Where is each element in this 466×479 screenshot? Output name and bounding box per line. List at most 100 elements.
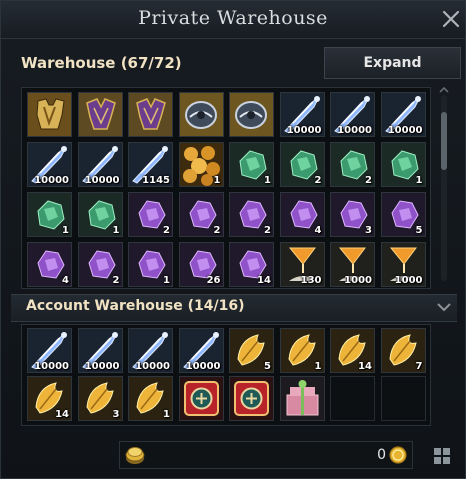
warehouse-item-slot[interactable]: 2	[77, 242, 123, 287]
item-quantity: 2	[213, 225, 221, 236]
warehouse-title: Warehouse (67/72)	[21, 54, 182, 72]
item-quantity: 1	[112, 225, 120, 236]
warehouse-item-slot[interactable]: 3	[330, 192, 375, 237]
warehouse-item-slot[interactable]: 10000	[279, 92, 325, 137]
item-quantity: 26	[206, 275, 221, 286]
chevron-down-icon[interactable]	[436, 300, 452, 314]
warehouse-item-slot[interactable]: 2	[279, 142, 325, 187]
item-quantity: 10000	[84, 175, 120, 186]
warehouse-item-slot[interactable]: 10000	[77, 142, 123, 187]
warehouse-item-slot[interactable]: 1	[178, 142, 224, 187]
warehouse-item-slot[interactable]: 1	[77, 192, 123, 237]
item-quantity: 10000	[84, 361, 120, 372]
item-quantity: 1000	[344, 275, 372, 286]
warehouse-item-slot[interactable]: 1	[229, 142, 274, 187]
item-quantity: 2	[314, 175, 322, 186]
warehouse-item-slot[interactable]: 1000	[380, 242, 426, 287]
helmet-icon	[230, 93, 273, 136]
armor-chest-dark-icon	[129, 93, 172, 136]
item-quantity: 10000	[34, 175, 69, 186]
item-quantity: 10000	[286, 125, 322, 136]
item-quantity: 1	[163, 409, 170, 420]
gift-box-icon	[280, 377, 324, 420]
item-quantity: 3	[112, 409, 120, 420]
item-quantity: 130	[300, 275, 322, 286]
warehouse-item-slot[interactable]: 1	[27, 192, 72, 237]
account-item-slot[interactable]: 10000	[128, 328, 173, 373]
warehouse-item-slot[interactable]	[178, 92, 224, 137]
item-quantity: 1	[264, 175, 271, 186]
warehouse-item-slot[interactable]: 1000	[330, 242, 375, 287]
account-item-slot[interactable]: 10000	[27, 328, 72, 373]
warehouse-item-slot[interactable]: 10000	[330, 92, 375, 137]
item-quantity: 2	[365, 175, 372, 186]
account-item-slot[interactable]	[229, 376, 274, 421]
account-item-slot[interactable]: 1	[128, 376, 173, 421]
red-emblem-box-icon	[179, 377, 223, 420]
armor-chest-icon	[28, 93, 71, 136]
warehouse-item-slot[interactable]: 1145	[128, 142, 173, 187]
item-quantity: 14	[55, 409, 69, 420]
account-item-slot[interactable]: 10000	[178, 328, 224, 373]
account-warehouse-header[interactable]: Account Warehouse (14/16)	[11, 294, 457, 322]
warehouse-item-slot[interactable]	[27, 92, 72, 137]
warehouse-item-slot[interactable]: 4	[279, 192, 325, 237]
account-item-slot[interactable]: 3	[77, 376, 123, 421]
account-item-slot[interactable]: 1	[279, 328, 325, 373]
gold-coin-icon	[389, 446, 407, 464]
window-title: Private Warehouse	[138, 7, 328, 29]
warehouse-item-slot[interactable]: 4	[27, 242, 72, 287]
close-icon[interactable]	[438, 6, 464, 32]
helmet-icon	[179, 93, 223, 136]
item-quantity: 2	[112, 275, 120, 286]
item-quantity: 10000	[135, 361, 170, 372]
warehouse-item-slot[interactable]: 2	[229, 192, 274, 237]
warehouse-item-slot[interactable]: 130	[279, 242, 325, 287]
account-item-slot[interactable]: 5	[229, 328, 274, 373]
item-quantity: 1	[314, 361, 322, 372]
account-item-slot[interactable]: 7	[380, 328, 426, 373]
warehouse-item-slot[interactable]: 2	[128, 192, 173, 237]
account-item-slot[interactable]	[380, 376, 426, 421]
warehouse-item-slot[interactable]: 10000	[27, 142, 72, 187]
grid-menu-icon[interactable]	[431, 445, 453, 467]
warehouse-item-slot[interactable]	[229, 92, 274, 137]
warehouse-item-slot[interactable]: 1	[380, 142, 426, 187]
item-quantity: 1145	[142, 175, 170, 186]
warehouse-item-slot[interactable]: 2	[178, 192, 224, 237]
item-quantity: 3	[365, 225, 372, 236]
expand-button[interactable]: Expand	[324, 47, 461, 79]
warehouse-item-slot[interactable]: 1	[128, 242, 173, 287]
red-emblem-box-icon	[230, 377, 273, 420]
item-quantity: 14	[257, 275, 271, 286]
account-item-slot[interactable]: 14	[330, 328, 375, 373]
item-quantity: 4	[314, 225, 322, 236]
account-item-slot[interactable]: 14	[27, 376, 72, 421]
warehouse-item-slot[interactable]: 2	[330, 142, 375, 187]
item-quantity: 1000	[394, 275, 423, 286]
warehouse-item-slot[interactable]: 26	[178, 242, 224, 287]
item-quantity: 5	[264, 361, 271, 372]
warehouse-item-slot[interactable]: 5	[380, 192, 426, 237]
item-quantity: 1	[163, 275, 170, 286]
item-quantity: 5	[415, 225, 423, 236]
account-warehouse-title: Account Warehouse (14/16)	[26, 298, 245, 314]
account-item-slot[interactable]	[279, 376, 325, 421]
account-item-slot[interactable]	[330, 376, 375, 421]
warehouse-item-slot[interactable]	[128, 92, 173, 137]
currency-bar: 0	[119, 441, 413, 469]
item-quantity: 7	[415, 361, 423, 372]
warehouse-item-slot[interactable]	[77, 92, 123, 137]
item-quantity: 10000	[337, 125, 372, 136]
account-item-slot[interactable]: 10000	[77, 328, 123, 373]
title-bar[interactable]: Private Warehouse	[1, 1, 465, 39]
coin-pouch-icon[interactable]	[124, 444, 146, 466]
item-quantity: 1	[415, 175, 423, 186]
warehouse-item-slot[interactable]: 14	[229, 242, 274, 287]
scroll-up-icon[interactable]	[439, 87, 449, 93]
item-quantity: 14	[358, 361, 372, 372]
account-item-slot[interactable]	[178, 376, 224, 421]
item-quantity: 10000	[34, 361, 69, 372]
scrollbar-thumb[interactable]	[441, 112, 447, 170]
warehouse-item-slot[interactable]: 10000	[380, 92, 426, 137]
